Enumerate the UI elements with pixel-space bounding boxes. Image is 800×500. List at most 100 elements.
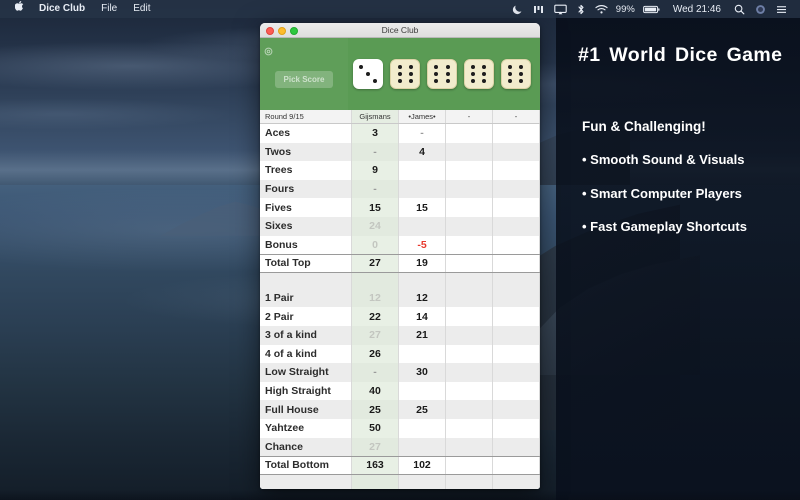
score-cell[interactable]: 27	[352, 325, 399, 345]
score-cell[interactable]	[493, 344, 540, 364]
table-row[interactable]: 2 Pair 22 14	[260, 307, 540, 326]
table-row[interactable]: Total Bottom 163 102	[260, 456, 540, 475]
table-row[interactable]: Total Top 27 19	[260, 254, 540, 273]
score-cell[interactable]: 25	[352, 400, 399, 419]
score-cell[interactable]: -	[352, 142, 399, 162]
score-cell[interactable]	[399, 161, 446, 180]
menu-item-edit[interactable]: Edit	[125, 0, 158, 18]
score-cell[interactable]: 102	[399, 457, 446, 474]
score-cell[interactable]	[399, 437, 446, 457]
score-cell[interactable]	[493, 216, 540, 236]
column-header-player-0[interactable]: Gijsmans	[352, 110, 399, 123]
column-header-player-1[interactable]: •James•	[399, 110, 446, 123]
score-cell[interactable]	[446, 288, 493, 308]
die-1[interactable]	[390, 59, 421, 89]
column-header-player-3[interactable]: -	[493, 110, 540, 123]
minimize-button[interactable]	[278, 26, 286, 35]
score-cell[interactable]: 19	[399, 255, 446, 272]
window-titlebar[interactable]: Dice Club	[260, 23, 540, 38]
table-row[interactable]: Trees 9	[260, 161, 540, 180]
table-row[interactable]: 4 of a kind 26	[260, 344, 540, 364]
score-cell[interactable]	[493, 400, 540, 419]
table-row[interactable]: Fives 15 15	[260, 198, 540, 217]
score-cell[interactable]	[493, 272, 540, 289]
table-row[interactable]: Fours -	[260, 179, 540, 199]
menu-item-dice-club[interactable]: Dice Club	[31, 0, 93, 18]
score-cell[interactable]	[446, 216, 493, 236]
score-cell[interactable]	[446, 363, 493, 382]
score-cell[interactable]: 15	[352, 198, 399, 217]
score-cell[interactable]: 12	[352, 288, 399, 308]
score-cell[interactable]: 22	[352, 307, 399, 326]
score-cell[interactable]: 50	[352, 418, 399, 438]
score-cell[interactable]	[352, 272, 399, 289]
score-cell[interactable]: 26	[352, 344, 399, 364]
score-cell[interactable]	[493, 307, 540, 326]
score-cell[interactable]: 25	[399, 400, 446, 419]
score-cell[interactable]	[399, 272, 446, 289]
table-row[interactable]: Chance 27	[260, 437, 540, 457]
score-cell[interactable]	[493, 161, 540, 180]
score-cell[interactable]: -	[352, 179, 399, 199]
die-3[interactable]	[463, 59, 494, 89]
score-cell[interactable]: 27	[352, 255, 399, 272]
die-4[interactable]	[500, 59, 531, 89]
table-row[interactable]: Yahtzee 50	[260, 418, 540, 438]
score-cell[interactable]	[446, 124, 493, 143]
score-cell[interactable]: 27	[352, 437, 399, 457]
score-cell[interactable]	[446, 344, 493, 364]
score-cell[interactable]	[493, 325, 540, 345]
menu-item-file[interactable]: File	[93, 0, 125, 18]
score-cell[interactable]	[399, 418, 446, 438]
score-cell[interactable]	[399, 381, 446, 401]
table-row[interactable]: 3 of a kind 27 21	[260, 325, 540, 345]
score-cell[interactable]	[446, 255, 493, 272]
score-cell[interactable]: -5	[399, 235, 446, 255]
score-cell[interactable]: 15	[399, 198, 446, 217]
score-cell[interactable]: 9	[352, 161, 399, 180]
score-cell[interactable]	[493, 437, 540, 457]
table-row[interactable]: Low Straight -30	[260, 363, 540, 382]
score-cell[interactable]	[493, 288, 540, 308]
die-0-held[interactable]	[353, 59, 384, 89]
score-cell[interactable]	[446, 161, 493, 180]
close-button[interactable]	[266, 26, 274, 35]
score-cell[interactable]	[493, 255, 540, 272]
score-cell[interactable]	[399, 344, 446, 364]
score-cell[interactable]	[493, 198, 540, 217]
zoom-button[interactable]	[290, 26, 298, 35]
die-2[interactable]	[426, 59, 457, 89]
table-row[interactable]: Twos -4	[260, 142, 540, 162]
score-cell[interactable]	[493, 363, 540, 382]
score-cell[interactable]	[446, 198, 493, 217]
table-row[interactable]: Full House 25 25	[260, 400, 540, 419]
score-cell[interactable]: 12	[399, 288, 446, 308]
score-cell[interactable]: 163	[352, 457, 399, 474]
score-cell[interactable]	[446, 437, 493, 457]
score-cell[interactable]	[493, 474, 540, 489]
score-cell[interactable]	[446, 418, 493, 438]
gear-icon[interactable]	[264, 43, 273, 56]
score-cell[interactable]: 30	[399, 363, 446, 382]
score-cell[interactable]: 40	[352, 381, 399, 401]
apple-logo-icon[interactable]	[8, 0, 31, 18]
score-cell[interactable]: 14	[399, 307, 446, 326]
score-cell[interactable]	[446, 235, 493, 255]
score-cell[interactable]	[446, 474, 493, 489]
score-cell[interactable]	[446, 325, 493, 345]
score-cell[interactable]	[446, 457, 493, 474]
pick-score-button[interactable]: Pick Score	[274, 70, 334, 88]
score-cell[interactable]	[399, 474, 446, 489]
sound-equalizer-icon[interactable]	[528, 4, 549, 15]
table-row[interactable]: High Straight 40	[260, 381, 540, 401]
score-cell[interactable]	[399, 179, 446, 199]
score-cell[interactable]	[493, 418, 540, 438]
score-cell[interactable]	[493, 235, 540, 255]
score-cell[interactable]	[446, 179, 493, 199]
score-cell[interactable]	[352, 474, 399, 489]
score-cell[interactable]	[446, 272, 493, 289]
score-cell[interactable]	[493, 179, 540, 199]
table-row[interactable]: 1 Pair 12 12	[260, 288, 540, 308]
score-cell[interactable]: 24	[352, 216, 399, 236]
score-cell[interactable]	[493, 381, 540, 401]
